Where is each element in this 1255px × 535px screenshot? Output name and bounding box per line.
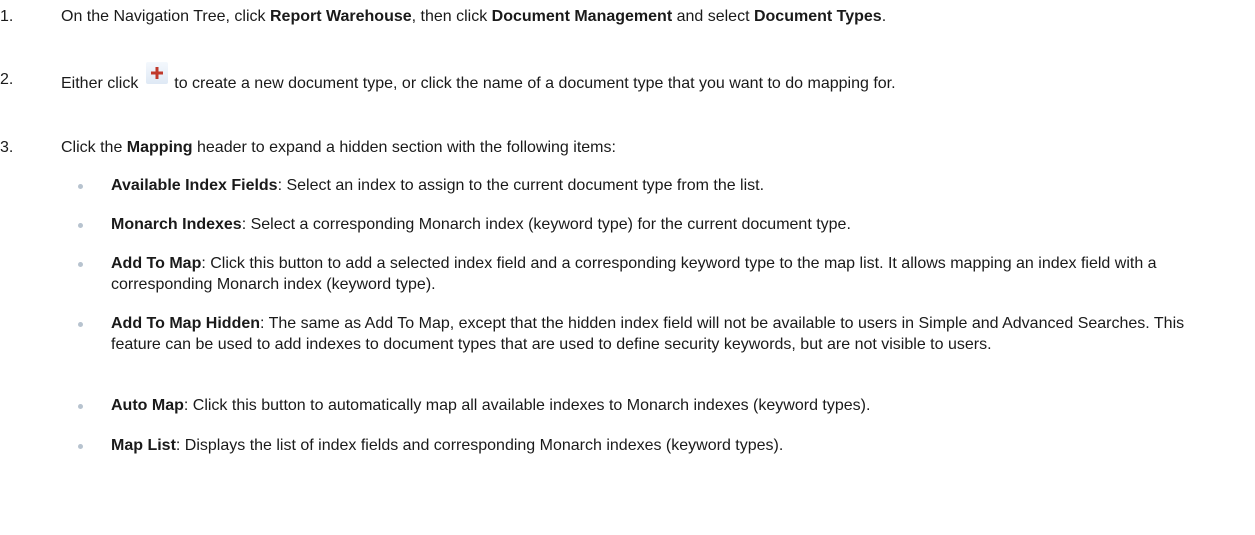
item-description: : Select an index to assign to the curre… xyxy=(277,177,765,194)
step-text: Click the Mapping header to expand a hid… xyxy=(61,139,616,156)
list-item: Map List: Displays the list of index fie… xyxy=(78,435,1238,456)
list-item: Auto Map: Click this button to automatic… xyxy=(78,395,1238,416)
list-item: Available Index Fields: Select an index … xyxy=(78,175,1238,196)
ui-term-document-management: Document Management xyxy=(491,8,673,25)
item-term: Map List xyxy=(111,437,176,454)
list-item: Add To Map Hidden: The same as Add To Ma… xyxy=(78,313,1238,355)
step-number: 2. xyxy=(0,71,14,88)
item-description: : Displays the list of index fields and … xyxy=(175,437,784,454)
ui-term-report-warehouse: Report Warehouse xyxy=(269,8,412,25)
step-number: 3. xyxy=(0,139,14,156)
add-plus-icon xyxy=(145,62,168,84)
list-item: Add To Map: Click this button to add a s… xyxy=(78,253,1238,295)
item-term: Auto Map xyxy=(111,397,184,414)
step-text: Either click to create a new document ty… xyxy=(61,62,1230,94)
step-1: 1. On the Navigation Tree, click Report … xyxy=(0,6,1230,27)
ui-term-mapping: Mapping xyxy=(126,139,193,156)
step-2: 2. Either click to create a new document… xyxy=(0,62,1230,94)
bullet-icon xyxy=(78,404,83,409)
list-item: Monarch Indexes: Select a corresponding … xyxy=(78,214,1238,235)
step-3: 3. Click the Mapping header to expand a … xyxy=(0,137,1230,158)
item-term: Available Index Fields xyxy=(111,177,278,194)
item-description: : Select a corresponding Monarch index (… xyxy=(241,216,851,233)
item-term: Add To Map xyxy=(111,255,202,272)
bullet-icon xyxy=(78,262,83,267)
item-description: : The same as Add To Map, except that th… xyxy=(111,315,1185,353)
item-description: : Click this button to add a selected in… xyxy=(111,255,1157,293)
bullet-icon xyxy=(78,322,83,327)
step-number: 1. xyxy=(0,8,14,25)
item-description: : Click this button to automatically map… xyxy=(183,397,871,414)
bullet-icon xyxy=(78,444,83,449)
item-term: Monarch Indexes xyxy=(111,216,242,233)
item-term: Add To Map Hidden xyxy=(111,315,261,332)
ui-term-document-types: Document Types xyxy=(753,8,882,25)
bullet-icon xyxy=(78,184,83,189)
step-text: On the Navigation Tree, click Report War… xyxy=(61,8,887,25)
bullet-icon xyxy=(78,223,83,228)
